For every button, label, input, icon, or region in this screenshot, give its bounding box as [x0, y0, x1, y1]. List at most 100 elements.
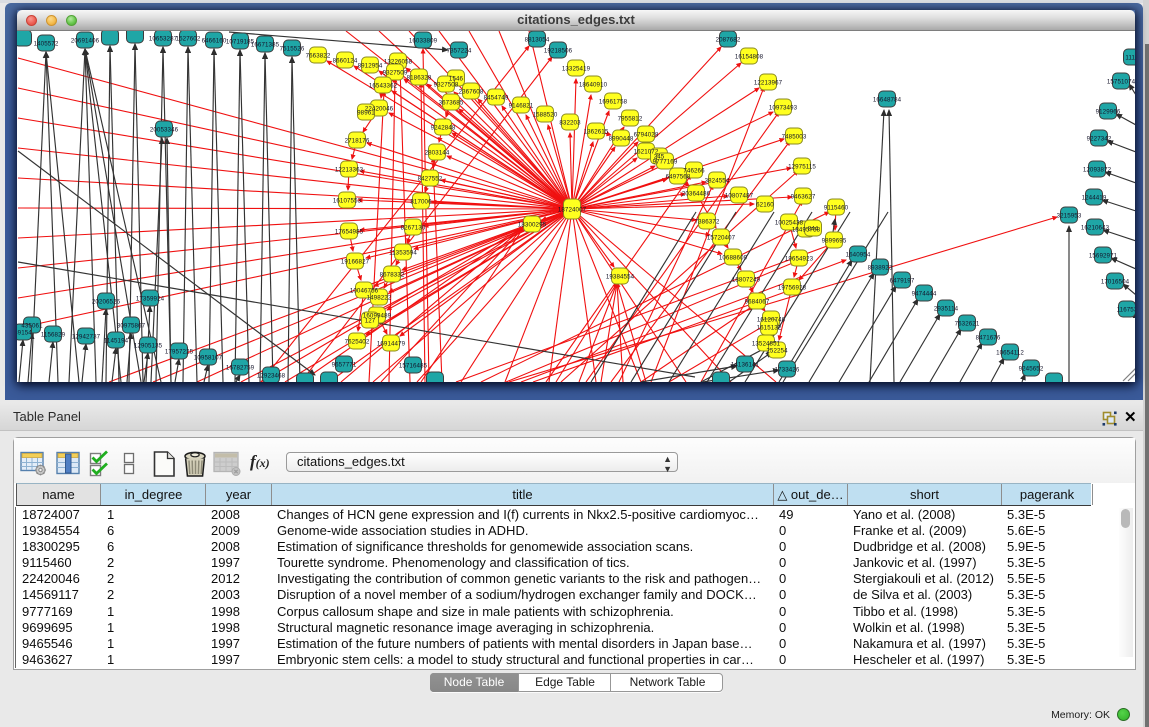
svg-text:2935114: 2935114 [934, 305, 959, 312]
svg-text:2367608: 2367608 [459, 88, 484, 95]
svg-text:9327509: 9327509 [383, 69, 408, 76]
svg-text:9129966: 9129966 [1096, 108, 1121, 115]
svg-text:1244419: 1244419 [1082, 194, 1107, 201]
svg-text:7955812: 7955812 [618, 115, 643, 122]
svg-text:16914479: 16914479 [377, 340, 406, 347]
svg-text:12942737: 12942737 [72, 333, 101, 340]
svg-text:1405572: 1405572 [34, 40, 59, 47]
svg-text:8454749: 8454749 [484, 94, 509, 101]
svg-text:13226058: 13226058 [384, 58, 413, 65]
svg-text:9684067: 9684067 [745, 298, 770, 305]
svg-text:8427552: 8427552 [418, 175, 443, 182]
svg-text:8186328: 8186328 [407, 74, 432, 81]
svg-text:9146821: 9146821 [509, 102, 534, 109]
svg-text:9463627: 9463627 [791, 193, 816, 200]
svg-text:16107553: 16107553 [333, 197, 362, 204]
svg-text:10654112: 10654112 [996, 349, 1024, 356]
svg-text:8267130: 8267130 [401, 224, 426, 231]
svg-text:8912954: 8912954 [358, 62, 383, 69]
svg-text:10046756: 10046756 [350, 287, 379, 294]
svg-text:10025438: 10025438 [775, 219, 804, 226]
svg-text:7485003: 7485003 [782, 133, 807, 140]
svg-text:9327508: 9327508 [434, 81, 459, 88]
svg-text:15692971: 15692971 [1089, 252, 1118, 259]
svg-text:9899695: 9899695 [822, 237, 847, 244]
svg-text:116753: 116753 [1117, 306, 1135, 313]
svg-text:9474444: 9474444 [912, 290, 937, 297]
svg-text:20691406: 20691406 [71, 37, 100, 44]
svg-text:7357224: 7357224 [447, 47, 472, 54]
svg-text:3824554: 3824554 [705, 177, 730, 184]
svg-text:7515526: 7515526 [280, 45, 305, 52]
svg-text:6466160: 6466160 [202, 37, 227, 44]
svg-text:12975115: 12975115 [788, 163, 816, 170]
svg-text:1145194: 1145194 [104, 337, 129, 344]
svg-text:1527602: 1527602 [176, 35, 201, 42]
svg-text:817006: 817006 [410, 198, 432, 205]
svg-text:16648784: 16648784 [873, 96, 902, 103]
svg-text:16154808: 16154808 [735, 53, 764, 60]
svg-text:19756928: 19756928 [778, 284, 807, 291]
svg-text:1733426: 1733426 [775, 366, 800, 373]
svg-text:20364486: 20364486 [682, 190, 711, 197]
svg-text:3673685: 3673685 [439, 99, 464, 106]
svg-text:16033809: 16033809 [409, 37, 438, 44]
svg-text:30975867: 30975867 [117, 322, 146, 329]
svg-text:1615132: 1615132 [757, 324, 782, 331]
svg-text:17016504: 17016504 [1101, 278, 1130, 285]
svg-text:15720407: 15720407 [707, 234, 736, 241]
svg-text:9245652: 9245652 [1019, 365, 1044, 372]
svg-text:19166827: 19166827 [341, 258, 370, 265]
svg-text:10807487: 10807487 [725, 192, 754, 199]
svg-text:1640954: 1640954 [846, 251, 871, 258]
svg-text:6479197: 6479197 [890, 277, 915, 284]
svg-text:17957225: 17957225 [165, 348, 194, 355]
svg-text:16210643: 16210643 [1081, 224, 1110, 231]
svg-text:8813054: 8813054 [525, 36, 550, 43]
svg-text:12923468: 12923468 [257, 372, 286, 379]
svg-text:3215953: 3215953 [1057, 212, 1082, 219]
svg-text:13325419: 13325419 [562, 65, 591, 72]
svg-text:127: 127 [365, 317, 376, 324]
svg-text:8660124: 8660124 [333, 57, 358, 64]
svg-text:10653287: 10653287 [149, 35, 178, 42]
svg-text:10688609: 10688609 [719, 254, 748, 261]
svg-text:1156829: 1156829 [41, 331, 66, 338]
svg-text:252254: 252254 [766, 347, 788, 354]
svg-text:98961: 98961 [357, 109, 375, 116]
svg-text:12905135: 12905135 [134, 342, 163, 349]
svg-text:8471676: 8471676 [976, 334, 1001, 341]
svg-text:16120746: 16120746 [757, 316, 786, 323]
svg-text:6794028: 6794028 [634, 131, 659, 138]
svg-text:9227342: 9227342 [1087, 135, 1112, 142]
svg-text:16543362: 16543362 [369, 82, 398, 89]
svg-text:20206526: 20206526 [92, 298, 121, 305]
svg-text:11353594: 11353594 [389, 249, 417, 256]
svg-text:9657771: 9657771 [332, 361, 357, 368]
svg-text:7632621: 7632621 [955, 320, 980, 327]
svg-text:19218506: 19218506 [544, 47, 573, 54]
svg-text:18724007: 18724007 [558, 206, 587, 213]
svg-text:18640910: 18640910 [579, 81, 608, 88]
svg-text:12093872: 12093872 [1083, 166, 1112, 173]
svg-text:16671385: 16671385 [251, 41, 280, 48]
svg-text:10958107: 10958107 [194, 354, 223, 361]
svg-text:8990448: 8990448 [609, 135, 634, 142]
svg-text:12213967: 12213967 [754, 79, 783, 86]
svg-text:6497568: 6497568 [666, 173, 691, 180]
svg-text:7386372: 7386372 [695, 218, 720, 225]
svg-text:1112: 1112 [1125, 54, 1135, 61]
svg-text:1588520: 1588520 [533, 111, 558, 118]
svg-text:2087682: 2087682 [716, 36, 741, 43]
svg-text:10973493: 10973493 [769, 104, 798, 111]
svg-text:62160: 62160 [756, 201, 774, 208]
svg-text:16782759: 16782759 [226, 364, 255, 371]
svg-text:20053346: 20053346 [150, 126, 179, 133]
svg-text:18300295: 18300295 [518, 221, 547, 228]
svg-text:2803144: 2803144 [425, 149, 450, 156]
svg-text:8678332: 8678332 [380, 271, 405, 278]
svg-text:19384554: 19384554 [606, 273, 635, 280]
svg-text:15751074: 15751074 [1107, 78, 1135, 85]
svg-text:1362615: 1362615 [584, 128, 609, 135]
svg-text:844: 844 [808, 225, 819, 232]
